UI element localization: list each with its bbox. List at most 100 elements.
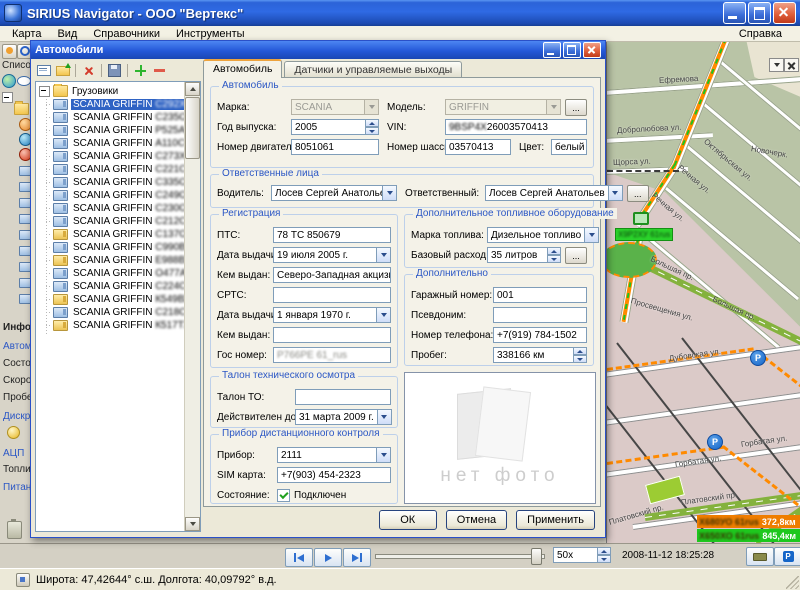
cancel-button[interactable]: Отмена — [446, 510, 507, 530]
connected-checkbox[interactable] — [277, 489, 290, 502]
vehicle-card-button[interactable] — [35, 63, 52, 78]
sim-field[interactable]: +7(903) 454-2323 — [277, 467, 391, 483]
menu-help[interactable]: Справка — [731, 28, 790, 40]
globe-icon[interactable] — [2, 74, 16, 88]
valid-until-combo[interactable]: 31 марта 2009 г. — [295, 409, 392, 425]
fuel-rate-spinner[interactable]: 35 литров — [487, 247, 561, 263]
dropdown-arrow[interactable] — [608, 185, 623, 201]
skip-start-button[interactable] — [285, 548, 313, 567]
garage-field[interactable]: 001 — [493, 287, 587, 303]
resize-grip[interactable] — [786, 576, 799, 589]
playback-slider-thumb[interactable] — [531, 548, 542, 565]
driver-combo[interactable]: Лосев Сергей Анатольев — [271, 185, 397, 201]
vehicle-tree-item[interactable]: SCANIA GRIFFIN С218СС 61rus — [37, 306, 184, 319]
ok-button[interactable]: ОК — [379, 510, 437, 530]
dropdown-arrow[interactable] — [364, 99, 379, 115]
srts-issued-field[interactable] — [273, 327, 391, 343]
spin-up[interactable] — [365, 119, 379, 127]
eye-icon[interactable] — [17, 74, 31, 86]
model-combo[interactable]: GRIFFIN — [445, 99, 561, 115]
srts-field[interactable] — [273, 287, 391, 303]
speed-spinner[interactable]: 50x — [553, 547, 611, 563]
parking-toggle-button[interactable]: P — [774, 547, 800, 566]
minimize-button[interactable] — [723, 2, 746, 24]
vehicle-tree-item[interactable]: SCANIA GRIFFIN С224СС 61rus — [37, 280, 184, 293]
vehicle-tree-item[interactable]: SCANIA GRIFFIN С249ОС 61rus — [37, 189, 184, 202]
vehicle-view-button[interactable] — [746, 547, 774, 566]
device-combo[interactable]: 2111 — [277, 447, 391, 463]
scroll-up-button[interactable] — [185, 82, 200, 96]
dropdown-arrow[interactable] — [382, 185, 397, 201]
phone-field[interactable]: +7(919) 784-1502 — [493, 327, 587, 343]
skip-end-button[interactable] — [343, 548, 371, 567]
vehicle-tree-item[interactable]: SCANIA GRIFFIN К517ТХ 161rus — [37, 319, 184, 332]
engine-field[interactable]: 8051061 — [291, 139, 379, 155]
plate-field[interactable]: Р766РЕ 61_rus — [273, 347, 391, 363]
restore-button[interactable] — [748, 2, 771, 24]
menu-view[interactable]: Вид — [49, 28, 85, 40]
spin-down[interactable] — [365, 127, 379, 135]
fuel-brand-combo[interactable]: Дизельное топливо — [487, 227, 599, 243]
remove-button[interactable] — [151, 63, 168, 78]
color-field[interactable]: белый — [551, 139, 587, 155]
spin-up[interactable] — [547, 247, 561, 255]
spin-down[interactable] — [573, 355, 587, 363]
add-button[interactable] — [132, 63, 149, 78]
vehicle-tree-item[interactable]: SCANIA GRIFFIN С212СС 61rus — [37, 215, 184, 228]
vehicle-tree-item[interactable]: SCANIA GRIFFIN А110СС 61rus — [37, 137, 184, 150]
dialog-close-button[interactable] — [583, 42, 601, 58]
speed-up-button[interactable] — [597, 547, 611, 555]
vehicle-tree-item[interactable]: SCANIA GRIFFIN С335ОУ 61rus — [37, 176, 184, 189]
tree-expander[interactable] — [39, 86, 50, 97]
pts-field[interactable]: 78 ТС 850679 — [273, 227, 391, 243]
mileage-spinner[interactable]: 338166 км — [493, 347, 587, 363]
tree-scrollbar[interactable] — [184, 82, 200, 531]
vehicle-marker[interactable] — [633, 212, 649, 225]
vehicle-tree-item[interactable]: SCANIA GRIFFIN С235ОЕ 61rus — [37, 111, 184, 124]
responsible-combo[interactable]: Лосев Сергей Анатольев — [485, 185, 623, 201]
spin-down[interactable] — [547, 255, 561, 263]
vehicle-tree-item[interactable]: SCANIA GRIFFIN О477АУ 61rus — [37, 267, 184, 280]
persons-browse-button[interactable]: ... — [627, 185, 649, 202]
srts-date-combo[interactable]: 1 января 1970 г. — [273, 307, 391, 323]
vehicle-tree-item[interactable]: SCANIA GRIFFIN С990ВМ 61rus — [37, 241, 184, 254]
dropdown-arrow[interactable] — [584, 227, 599, 243]
brand-combo[interactable]: SCANIA — [291, 99, 379, 115]
map-close-button[interactable] — [784, 58, 799, 72]
tree-root-row[interactable]: Грузовики — [37, 84, 184, 98]
vehicle-tree-item[interactable]: SCANIA GRIFFIN С292ХУ 61rus — [37, 98, 184, 111]
delete-button[interactable] — [80, 63, 97, 78]
issued-by-field[interactable]: Северо-Западная акцизная т — [273, 267, 391, 283]
dropdown-arrow[interactable] — [376, 247, 391, 263]
dialog-maximize-button[interactable] — [563, 42, 581, 58]
save-button[interactable] — [106, 63, 123, 78]
move-to-group-button[interactable] — [54, 63, 71, 78]
dropdown-arrow[interactable] — [376, 447, 391, 463]
year-spinner[interactable]: 2005 — [291, 119, 379, 135]
vehicle-tree-item[interactable]: SCANIA GRIFFIN С137ОХ 161rus — [37, 228, 184, 241]
tab-vehicle[interactable]: Автомобиль — [203, 59, 282, 78]
dropdown-arrow[interactable] — [546, 99, 561, 115]
dropdown-arrow[interactable] — [377, 409, 392, 425]
toolbar-pan-button[interactable] — [2, 44, 17, 59]
vehicle-tree-item[interactable]: SCANIA GRIFFIN Е988ВХ 161rus — [37, 254, 184, 267]
spin-up[interactable] — [573, 347, 587, 355]
map[interactable]: Х9Р2ХУ 61rus P P Ефремова Добролюбова ул… — [606, 42, 800, 543]
speed-down-button[interactable] — [597, 555, 611, 563]
vehicle-tree-item[interactable]: SCANIA GRIFFIN С221СС 61rus — [37, 163, 184, 176]
menu-tools[interactable]: Инструменты — [168, 28, 253, 40]
vehicle-tree[interactable]: Грузовики SCANIA GRIFFIN С292ХУ 61rus SC… — [35, 81, 201, 532]
menu-directories[interactable]: Справочники — [85, 28, 168, 40]
apply-button[interactable]: Применить — [516, 510, 595, 530]
speed-value[interactable]: 50x — [553, 547, 597, 563]
vehicle-tree-item[interactable]: SCANIA GRIFFIN К549ВХ 161rus — [37, 293, 184, 306]
vehicle-tree-item[interactable]: SCANIA GRIFFIN Р525АА 61rus — [37, 124, 184, 137]
talon-field[interactable] — [295, 389, 391, 405]
alias-field[interactable] — [493, 307, 587, 323]
close-button[interactable] — [773, 2, 796, 24]
playback-slider-track[interactable] — [375, 554, 545, 559]
parking-marker[interactable]: P — [707, 434, 723, 450]
model-browse-button[interactable]: ... — [565, 99, 587, 116]
vehicle-tree-item[interactable]: SCANIA GRIFFIN С230ОХ 61rus — [37, 202, 184, 215]
play-button[interactable] — [314, 548, 342, 567]
